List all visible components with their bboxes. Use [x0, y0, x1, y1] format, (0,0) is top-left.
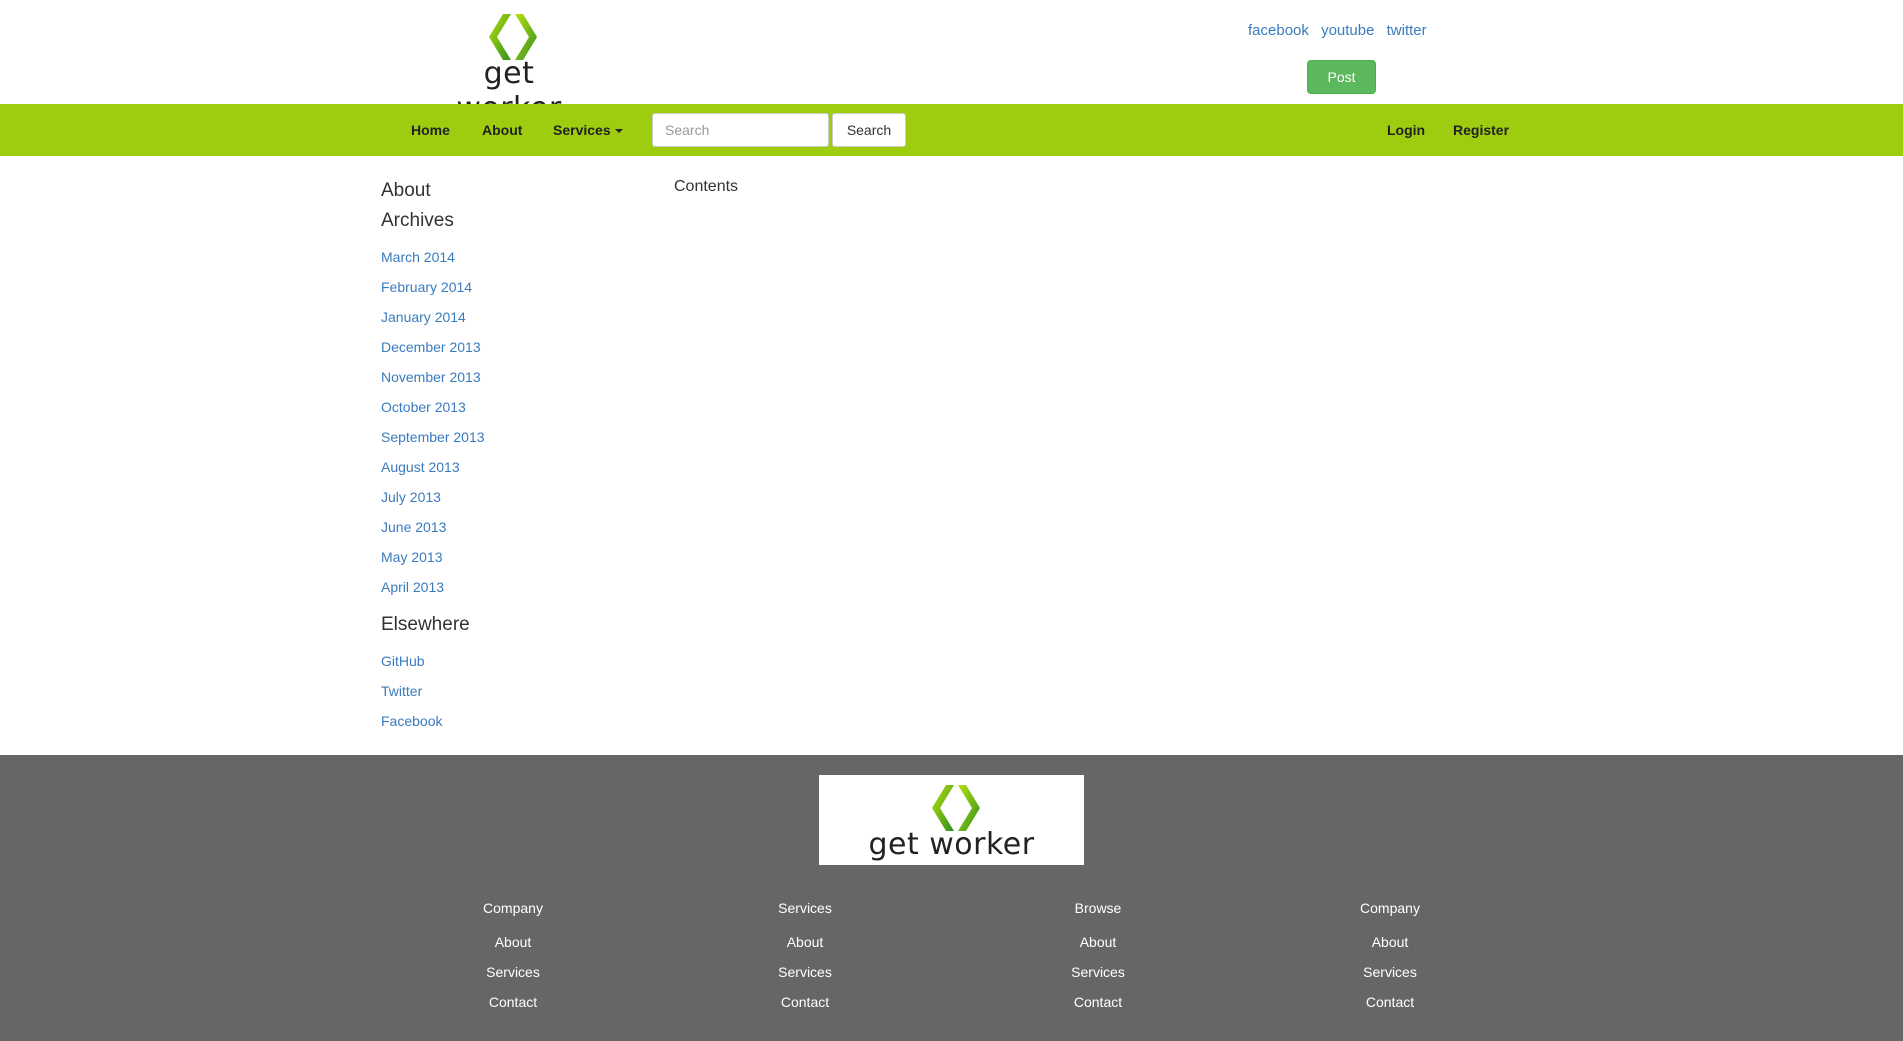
twitter-sidebar-link[interactable]: Twitter	[381, 683, 422, 699]
archive-link[interactable]: September 2013	[381, 429, 485, 445]
archive-link[interactable]: October 2013	[381, 399, 466, 415]
archive-link[interactable]: May 2013	[381, 549, 442, 565]
footer-column-title: Services	[778, 900, 832, 916]
list-item: Contact	[998, 987, 1198, 1017]
footer-link-services[interactable]: Services	[486, 964, 540, 980]
footer-link-contact[interactable]: Contact	[489, 994, 537, 1010]
footer-link-contact[interactable]: Contact	[781, 994, 829, 1010]
list-item: Contact	[1290, 987, 1490, 1017]
logo-mark-icon	[932, 785, 980, 831]
list-item: About	[1290, 927, 1490, 957]
archive-link[interactable]: March 2014	[381, 249, 455, 265]
footer-link-about[interactable]: About	[1080, 934, 1117, 950]
footer-logo[interactable]: get worker	[819, 775, 1084, 865]
archive-link[interactable]: June 2013	[381, 519, 446, 535]
footer-link-about[interactable]: About	[1372, 934, 1409, 950]
list-item: Contact	[413, 987, 613, 1017]
archive-link[interactable]: July 2013	[381, 489, 441, 505]
social-links: facebook youtube twitter	[1248, 22, 1435, 39]
list-item: March 2014	[381, 242, 641, 272]
sidebar: About Archives March 2014 February 2014 …	[381, 176, 641, 744]
archive-link[interactable]: April 2013	[381, 579, 444, 595]
footer-link-contact[interactable]: Contact	[1366, 994, 1414, 1010]
footer-column-title: Company	[483, 900, 543, 916]
footer-column-company-2: Company About Services Contact	[1290, 895, 1490, 1017]
twitter-link[interactable]: twitter	[1387, 22, 1427, 39]
archive-link[interactable]: February 2014	[381, 279, 472, 295]
list-item: Services	[705, 957, 905, 987]
footer-link-contact[interactable]: Contact	[1074, 994, 1122, 1010]
nav-services-dropdown[interactable]: Services	[553, 104, 623, 156]
footer-column-browse: Browse About Services Contact	[998, 895, 1198, 1017]
archive-link[interactable]: December 2013	[381, 339, 481, 355]
list-item: About	[705, 927, 905, 957]
list-item: November 2013	[381, 362, 641, 392]
github-link[interactable]: GitHub	[381, 653, 425, 669]
archive-link[interactable]: August 2013	[381, 459, 460, 475]
nav-about[interactable]: About	[482, 104, 522, 156]
list-item: January 2014	[381, 302, 641, 332]
list-item: October 2013	[381, 392, 641, 422]
footer-column-title: Browse	[1074, 900, 1122, 916]
site-header: get worker facebook youtube twitter Post	[0, 0, 1903, 126]
sidebar-elsewhere-heading: Elsewhere	[381, 614, 470, 635]
search-input[interactable]	[652, 113, 829, 147]
logo-mark-icon	[489, 14, 537, 60]
list-item: September 2013	[381, 422, 641, 452]
footer-column-company: Company About Services Contact	[413, 895, 613, 1017]
list-item: April 2013	[381, 572, 641, 602]
list-item: Facebook	[381, 706, 641, 736]
nav-home[interactable]: Home	[411, 104, 450, 156]
list-item: May 2013	[381, 542, 641, 572]
list-item: Contact	[705, 987, 905, 1017]
footer-column-title: Company	[1360, 900, 1420, 916]
footer-link-services[interactable]: Services	[1071, 964, 1125, 980]
nav-services-label: Services	[553, 122, 611, 138]
list-item: Services	[413, 957, 613, 987]
archive-link[interactable]: January 2014	[381, 309, 466, 325]
search-button[interactable]: Search	[832, 113, 906, 147]
list-item: Twitter	[381, 676, 641, 706]
sidebar-archives-heading: Archives	[381, 210, 454, 231]
contents-heading: Contents	[674, 178, 739, 195]
list-item: About	[998, 927, 1198, 957]
site-logo[interactable]: get worker	[438, 12, 580, 126]
main-content: About Archives March 2014 February 2014 …	[0, 156, 1903, 755]
caret-down-icon	[614, 129, 623, 134]
footer-column-services: Services About Services Contact	[705, 895, 905, 1017]
sidebar-about-heading: About	[381, 180, 431, 201]
footer-link-services[interactable]: Services	[778, 964, 832, 980]
footer-logo-text: get worker	[868, 827, 1035, 862]
footer-link-services[interactable]: Services	[1363, 964, 1417, 980]
list-item: July 2013	[381, 482, 641, 512]
list-item: Services	[998, 957, 1198, 987]
list-item: December 2013	[381, 332, 641, 362]
archives-list: March 2014 February 2014 January 2014 De…	[381, 242, 641, 602]
main-navbar: Home About Services Search Login Registe…	[0, 104, 1903, 156]
footer-link-about[interactable]: About	[495, 934, 532, 950]
facebook-link[interactable]: facebook	[1248, 22, 1309, 39]
list-item: February 2014	[381, 272, 641, 302]
list-item: August 2013	[381, 452, 641, 482]
nav-login[interactable]: Login	[1387, 104, 1425, 156]
footer-link-about[interactable]: About	[787, 934, 824, 950]
list-item: June 2013	[381, 512, 641, 542]
youtube-link[interactable]: youtube	[1321, 22, 1374, 39]
post-button[interactable]: Post	[1307, 60, 1376, 94]
list-item: Services	[1290, 957, 1490, 987]
nav-register[interactable]: Register	[1453, 104, 1509, 156]
site-footer: get worker Company About Services Contac…	[0, 755, 1903, 1041]
facebook-sidebar-link[interactable]: Facebook	[381, 713, 442, 729]
elsewhere-list: GitHub Twitter Facebook	[381, 646, 641, 736]
list-item: About	[413, 927, 613, 957]
archive-link[interactable]: November 2013	[381, 369, 481, 385]
list-item: GitHub	[381, 646, 641, 676]
